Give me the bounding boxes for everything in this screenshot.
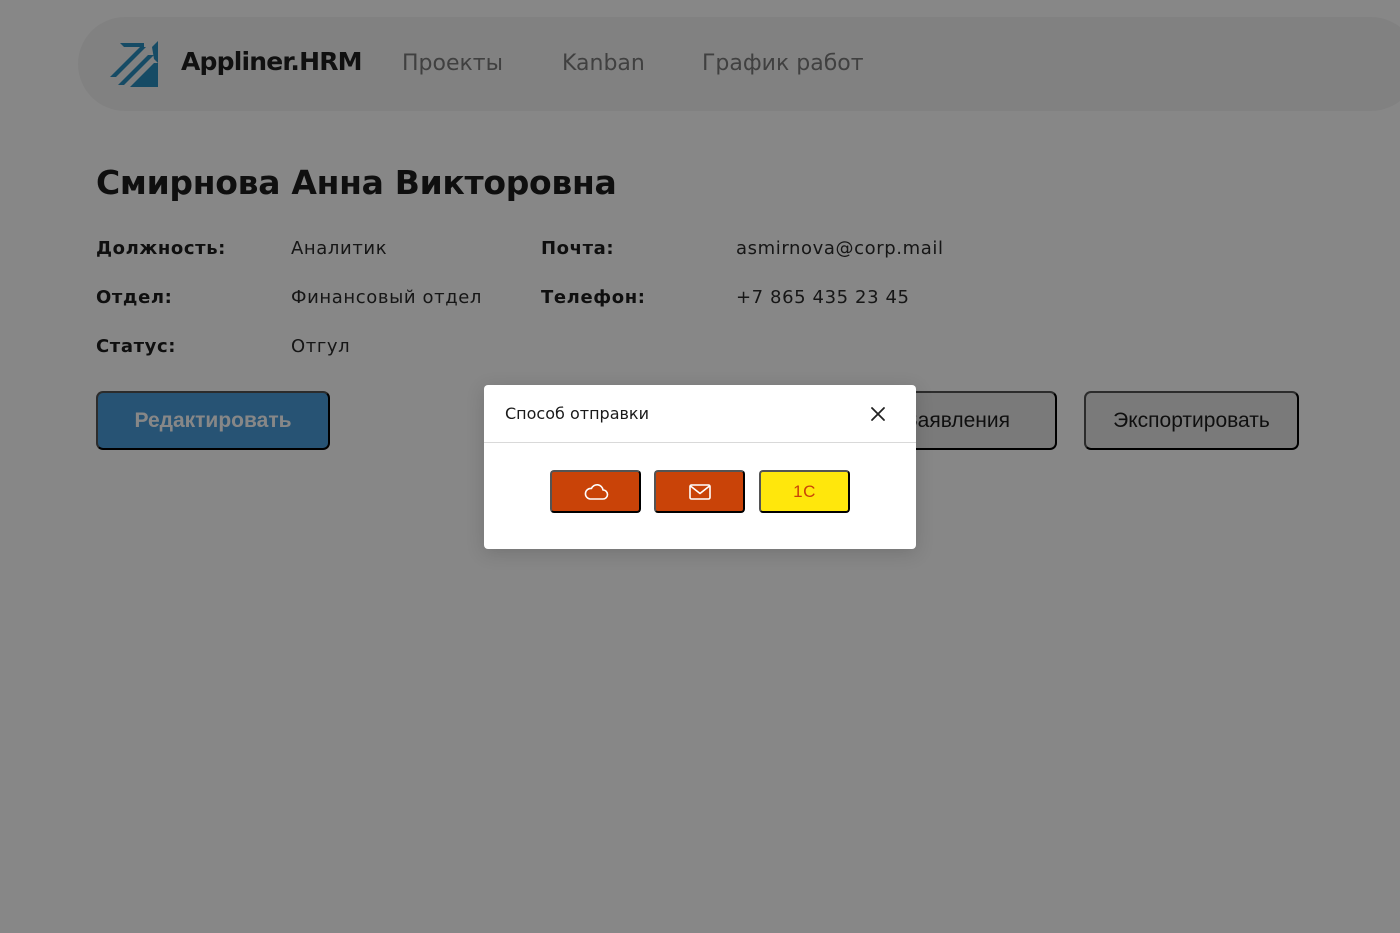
send-email-button[interactable] [654, 470, 745, 513]
dialog-title: Способ отправки [505, 404, 649, 423]
send-1c-button[interactable]: 1С [759, 470, 850, 513]
envelope-icon [688, 483, 711, 500]
send-cloud-button[interactable] [550, 470, 641, 513]
dialog-header: Способ отправки [484, 385, 916, 443]
cloud-icon [584, 483, 608, 500]
send-method-dialog: Способ отправки 1С [484, 385, 916, 549]
close-icon[interactable] [866, 402, 890, 426]
